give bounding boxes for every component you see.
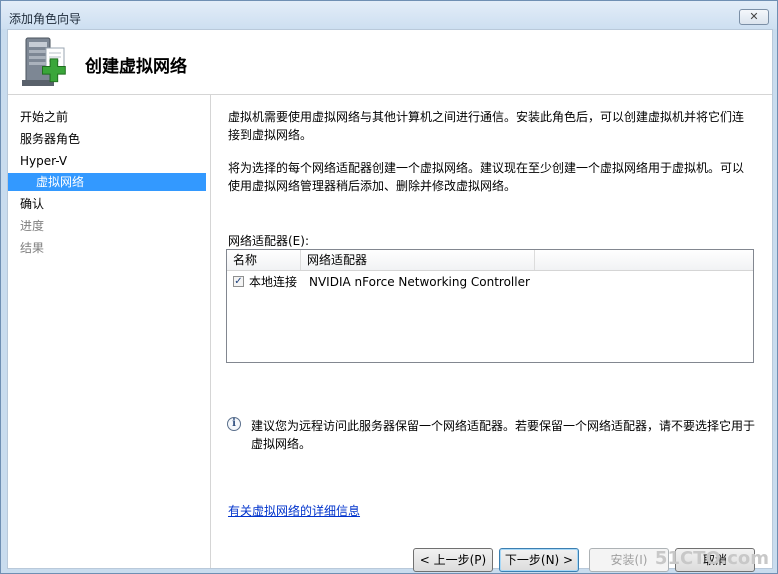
window-title: 添加角色向导	[9, 12, 82, 26]
column-header-adapter[interactable]: 网络适配器	[301, 250, 535, 270]
wizard-window: 添加角色向导 ✕ 创建虚拟网络 开始之前 服务器角色 Hyper-V 虚拟网络 …	[0, 0, 778, 574]
adapter-device-name: NVIDIA nForce Networking Controller	[309, 275, 530, 289]
description-paragraph: 将为选择的每个网络适配器创建一个虚拟网络。建议现在至少创建一个虚拟网络用于虚拟机…	[228, 161, 745, 193]
nav-item-confirmation[interactable]: 确认	[8, 195, 208, 213]
more-info-link[interactable]: 有关虚拟网络的详细信息	[228, 502, 360, 519]
wizard-content: 虚拟机需要使用虚拟网络与其他计算机之间进行通信。安装此角色后，可以创建虚拟机并将…	[211, 95, 772, 572]
title-bar[interactable]: 添加角色向导 ✕	[1, 1, 777, 29]
next-button[interactable]: 下一步(N) >	[499, 548, 579, 572]
info-icon: i	[227, 417, 241, 431]
nav-item-hyper-v[interactable]: Hyper-V	[8, 152, 208, 170]
network-adapters-list[interactable]: 名称 网络适配器 ✓ 本地连接 NVIDIA nForce Networking…	[226, 249, 754, 363]
site-watermark: 51CTO.com	[654, 548, 769, 569]
previous-button[interactable]: < 上一步(P)	[413, 548, 493, 572]
network-adapters-label: 网络适配器(E):	[228, 234, 309, 248]
server-add-icon	[22, 37, 66, 86]
intro-paragraph: 虚拟机需要使用虚拟网络与其他计算机之间进行通信。安装此角色后，可以创建虚拟机并将…	[228, 110, 745, 142]
nav-item-virtual-networks[interactable]: 虚拟网络	[8, 173, 206, 191]
close-button[interactable]: ✕	[739, 9, 769, 25]
nav-item-results: 结果	[20, 241, 45, 255]
local-connection-checkbox[interactable]: ✓	[233, 276, 244, 287]
wizard-nav: 开始之前 服务器角色 Hyper-V 虚拟网络 确认 进度 结果	[8, 95, 211, 568]
nav-item-server-roles[interactable]: 服务器角色	[8, 130, 208, 148]
table-row[interactable]: ✓ 本地连接 NVIDIA nForce Networking Controll…	[227, 272, 753, 292]
list-header: 名称 网络适配器	[227, 250, 753, 271]
wizard-header: 创建虚拟网络	[8, 30, 772, 95]
nav-item-before-you-begin[interactable]: 开始之前	[8, 108, 208, 126]
info-message: 建议您为远程访问此服务器保留一个网络适配器。若要保留一个网络适配器，请不要选择它…	[251, 419, 756, 451]
adapter-connection-name: 本地连接	[249, 275, 298, 289]
column-header-name[interactable]: 名称	[227, 250, 301, 270]
page-title: 创建虚拟网络	[85, 57, 187, 77]
nav-item-progress: 进度	[20, 219, 45, 233]
wizard-client: 创建虚拟网络 开始之前 服务器角色 Hyper-V 虚拟网络 确认 进度 结果 …	[7, 29, 773, 572]
